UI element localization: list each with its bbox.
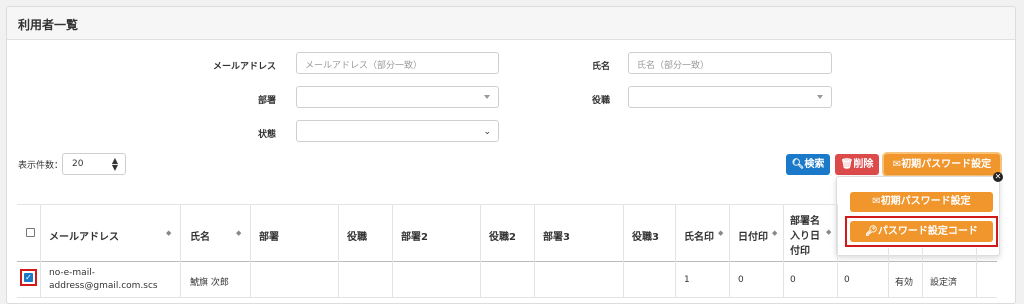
col-header-date-seal[interactable]: 日付印 [738,228,768,243]
col-header-name-seal[interactable]: 氏名印 [684,228,714,243]
email-label: メールアドレス [212,62,276,72]
col-divider [729,204,730,298]
sort-arrows-icon: ▲ ▼ [111,156,118,172]
role-label: 役職 [591,96,610,106]
name-placeholder: 氏名（部分一致） [637,61,710,71]
chevron-down-icon: ⌄ [483,127,491,137]
col-header-dept-date-seal-3[interactable]: 付印 [790,242,810,257]
col-header-dept-date-seal-1[interactable]: 部署名 [790,212,820,227]
col-header-dept2[interactable]: 部署2 [401,228,428,243]
per-page-select[interactable]: 20 ▲ ▼ [62,153,126,175]
row-name-seal: 1 [684,275,690,285]
col-divider [534,204,535,298]
row-name: 鯱旗 次郎 [190,278,229,288]
col-divider [180,204,181,298]
row-email-line2: address@gmail.com.scs [49,281,158,291]
col-header-email[interactable]: メールアドレス [49,228,119,243]
envelope-icon: ✉ [872,196,881,207]
search-icon: 🔍︎ [791,159,805,170]
col-header-dept[interactable]: 部署 [259,228,279,243]
col-header-name[interactable]: 氏名 [190,228,210,243]
row-email-line1: no-e-mail- [49,268,95,278]
email-search-input[interactable]: メールアドレス（部分一致） [296,52,499,74]
col-header-dept-date-seal-2[interactable]: 入り日 [790,227,820,242]
sort-icon[interactable]: ◆ [236,229,241,237]
col-divider [338,204,339,298]
delete-button[interactable]: 🗑︎削除 [835,154,879,175]
row-checkbox[interactable]: ✓ [24,273,33,282]
email-placeholder: メールアドレス（部分一致） [305,61,423,71]
sort-icon[interactable]: ◆ [166,229,171,237]
table-header-border [17,261,997,262]
select-all-checkbox[interactable] [26,228,35,237]
role-select[interactable] [628,86,832,108]
status-label: 状態 [257,130,276,140]
row-date-seal: 0 [738,275,744,285]
highlight-box [845,216,998,247]
caret-down-icon [484,95,490,99]
close-icon[interactable]: ✕ [993,172,1003,182]
table-row-border [17,297,997,298]
col-header-role3[interactable]: 役職3 [632,228,659,243]
col-divider [623,204,624,298]
col-divider [922,248,923,298]
per-page-value: 20 [72,159,84,169]
col-divider [783,204,784,298]
col-divider [888,248,889,298]
col-header-role2[interactable]: 役職2 [489,228,516,243]
search-button[interactable]: 🔍︎検索 [786,154,830,175]
row-extra: 0 [844,275,850,285]
col-divider [250,204,251,298]
table-top-border [17,204,837,205]
page-title: 利用者一覧 [18,18,79,32]
init-password-button[interactable]: ✉初期パスワード設定 [884,154,1000,175]
sort-icon[interactable]: ◆ [772,229,777,237]
col-divider [480,204,481,298]
col-divider [392,204,393,298]
name-label: 氏名 [591,62,610,72]
row-dept-date-seal: 0 [790,275,796,285]
dept-label: 部署 [257,96,276,106]
caret-down-icon [817,95,823,99]
col-divider [40,204,41,298]
dept-select[interactable] [296,86,499,108]
col-divider [976,248,977,298]
trash-icon: 🗑︎ [840,159,854,170]
panel-header: 利用者一覧 [7,7,1015,40]
col-divider [675,204,676,298]
col-header-dept3[interactable]: 部署3 [543,228,570,243]
row-password-status: 設定済 [930,278,958,288]
col-divider [837,204,838,298]
status-select[interactable]: ⌄ [296,120,499,142]
envelope-icon: ✉ [892,159,902,170]
row-status: 有効 [895,278,914,288]
sort-icon[interactable]: ◆ [826,228,831,236]
col-header-role[interactable]: 役職 [347,228,367,243]
dropdown-init-password-item[interactable]: ✉初期パスワード設定 [850,192,993,212]
per-page-label: 表示件数： [18,161,64,171]
name-search-input[interactable]: 氏名（部分一致） [628,52,832,74]
sort-icon[interactable]: ◆ [718,229,723,237]
